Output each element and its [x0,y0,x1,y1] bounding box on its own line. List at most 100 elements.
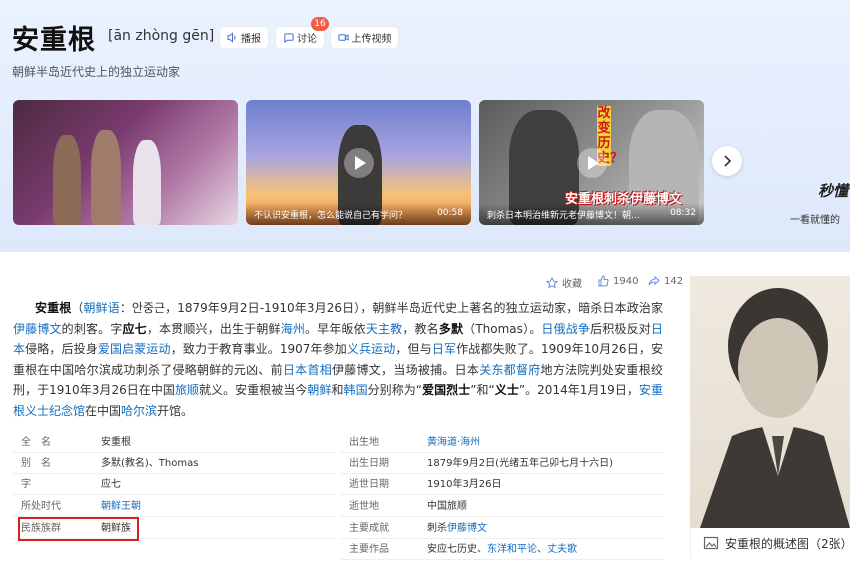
video-camera-icon [337,34,349,41]
summary-text: 就义。安重根被当今 [199,383,308,397]
info-value: 多默(教名)、Thomas [101,458,199,469]
share-button[interactable]: 142 [648,275,683,287]
portrait-image[interactable] [690,276,850,528]
share-icon [648,275,660,286]
info-value-link[interactable]: 伊藤博文 [447,523,487,534]
info-row: 逝世地 中国旅顺 [341,496,664,517]
info-value: 中国旅顺 [427,501,467,512]
info-value: 安重根 [101,437,131,448]
info-value-text: 、 [537,544,547,555]
summary-text: ”。2014年1月19日， [518,383,639,397]
summary-bold-text: 应七 [122,321,147,336]
audio-button[interactable]: 播报 [219,26,269,49]
summary-text: 开馆。 [157,403,194,418]
share-count: 142 [664,275,684,287]
play-icon[interactable] [576,147,607,178]
upload-video-button[interactable]: 上传视频 [330,26,399,49]
summary-text: ，教名 [402,321,439,336]
info-value-text: 安应七历史、 [427,544,487,555]
summary-link[interactable]: 关东都督府 [479,363,540,377]
info-row: 逝世日期 1910年3月26日 [341,474,664,495]
summary-bold-text: 义士 [494,383,519,397]
video-duration: 08:32 [670,208,696,218]
summary-link[interactable]: 日俄战争 [541,322,590,336]
summary-link[interactable]: 伊藤博文 [13,322,62,336]
page-title: 安重根 [12,25,96,56]
info-key: 出生地 [349,437,379,448]
info-row: 别 名 多默(教名)、Thomas [13,453,335,474]
video-card[interactable]: 改变历史？ 安重根刺杀伊藤博文 刺杀日本明治维新元老伊藤博文！朝… 08:32 [479,100,704,225]
info-value[interactable]: 朝鲜王朝 [101,496,141,517]
info-key: 别 名 [21,458,51,469]
summary-link[interactable]: 海州 [281,322,305,336]
summary-link[interactable]: 日本首相 [283,363,332,377]
thumbs-up-icon [598,275,609,287]
summary-link[interactable]: 天主教 [366,322,403,336]
info-key: 逝世地 [349,501,379,512]
star-icon [546,276,558,288]
summary-text: （ [71,301,84,315]
page-subtitle: 朝鲜半岛近代史上的独立运动家 [12,65,181,79]
summary-text: （Thomas）。 [463,321,542,336]
info-key: 逝世日期 [349,479,389,490]
chevron-right-icon [724,155,732,167]
info-key: 所处时代 [21,501,61,512]
info-value: 安应七历史、东洋和平论、丈夫歌 [427,539,577,560]
summary-link[interactable]: 哈尔滨 [121,404,157,418]
figure-silhouette [53,135,81,225]
video-card[interactable] [13,100,238,225]
image-gallery-icon [703,536,719,550]
portrait-illustration [700,288,850,528]
video-card[interactable]: 不认识安重根，怎么能说自己有学问？ 00:58 [246,100,471,225]
summary-text: 。早年皈依 [305,321,366,336]
info-key: 字 [21,479,31,490]
summary-text: ：안중근，1879年9月2日-1910年3月26日），朝鲜半岛近代史上著名的独立… [119,301,663,315]
summary-bold-text: 爱国烈士 [422,383,471,397]
summary-text: 后积极反对 [590,321,651,336]
video-duration: 00:58 [437,208,463,218]
info-value: 1910年3月26日 [427,479,502,490]
info-row: 出生地 黄海道·海州 [341,432,664,453]
comment-icon [284,33,294,43]
info-row: 出生日期 1879年9月2日(光绪五年己卯七月十六日) [341,453,664,474]
figure-silhouette [91,130,121,225]
info-value-link[interactable]: 东洋和平论 [487,544,537,555]
summary-link[interactable]: 韩国 [344,383,368,397]
summary-text: 在中国 [85,403,122,418]
portrait-caption-text: 安重根的概述图（2张） [725,536,850,551]
video-caption: 刺杀日本明治维新元老伊藤博文！朝… 08:32 [479,203,704,225]
info-row: 主要作品 安应七历史、东洋和平论、丈夫歌 [341,539,664,560]
info-key: 全 名 [21,437,51,448]
summary-link[interactable]: 旅顺 [175,383,199,397]
carousel-next-button[interactable] [712,146,742,176]
highlight-box [18,517,139,541]
summary-text: 伊藤博文，当场被捕。日本 [331,362,480,377]
info-key: 主要作品 [349,544,389,555]
header-banner: 安重根 [ān zhòng gēn] 播报 讨论 16 上传视频 朝鲜半岛近代史… [0,0,850,252]
info-value[interactable]: 黄海道·海州 [427,432,480,453]
info-value-text: 刺杀 [427,523,447,534]
summary-bold-text: 多默 [438,321,464,336]
summary-text: ，但与 [395,342,432,356]
upload-video-label: 上传视频 [351,34,392,45]
summary-link[interactable]: 朝鲜语 [83,301,119,315]
favorite-button[interactable]: 收藏 [546,275,582,290]
play-icon[interactable] [343,147,374,178]
info-value: 1879年9月2日(光绪五年己卯七月十六日) [427,458,613,469]
summary-link[interactable]: 义兵运动 [347,342,396,356]
summary-text: 和 [331,383,344,397]
video-title: 刺杀日本明治维新元老伊藤博文！朝… [487,211,641,221]
summary-link[interactable]: 爱国启蒙运动 [98,342,171,356]
info-value-link[interactable]: 丈夫歌 [547,544,577,555]
speaker-icon [227,32,236,43]
summary-text: ，致力于教育事业。1907年参加 [170,342,347,356]
info-row: 字 应七 [13,474,335,495]
summary-link[interactable]: 朝鲜 [307,383,331,397]
summary-link[interactable]: 日军 [432,342,456,356]
like-count: 1940 [613,275,639,287]
video-caption: 不认识安重根，怎么能说自己有学问？ 00:58 [246,203,471,225]
portrait-caption[interactable]: 安重根的概述图（2张） [690,528,850,558]
figure-silhouette [133,140,161,225]
like-button[interactable]: 1940 [597,275,638,287]
miaodong-slogan: 一看就懂的 [790,215,840,226]
